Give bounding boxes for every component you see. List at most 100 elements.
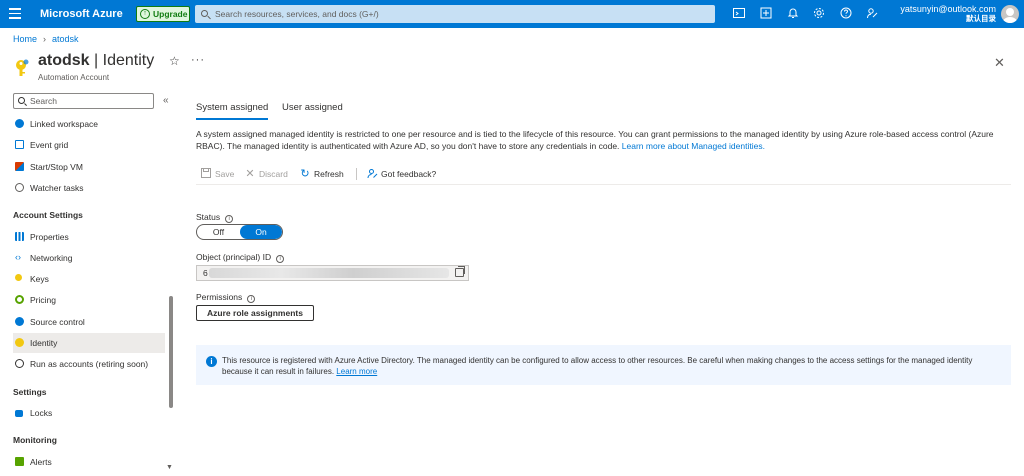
feedback-button[interactable]: Got feedback? (366, 168, 436, 180)
help-question-icon[interactable] (839, 7, 853, 21)
page-title: atodsk | Identity (38, 52, 154, 70)
sidebar-section-monitoring: Monitoring (13, 435, 57, 445)
scroll-down-arrow-icon[interactable]: ▼ (166, 464, 173, 471)
sidebar-item-event-grid[interactable]: Event grid (13, 135, 165, 155)
watcher-tasks-icon (15, 183, 24, 192)
settings-gear-icon[interactable] (812, 7, 826, 21)
sidebar-item-start-stop-vm[interactable]: Start/Stop VM (13, 157, 165, 177)
key-icon (15, 274, 22, 281)
sidebar-item-alerts[interactable]: Alerts (13, 452, 165, 472)
info-banner-learn-more-link[interactable]: Learn more (336, 367, 377, 376)
sidebar-item-keys[interactable]: Keys (13, 269, 165, 289)
feedback-icon (366, 168, 378, 180)
cloud-shell-icon[interactable] (732, 7, 746, 21)
status-toggle[interactable]: Off On (196, 224, 283, 240)
permissions-label: Permissions (196, 292, 243, 302)
save-icon (200, 168, 212, 180)
search-icon (18, 97, 25, 104)
status-off-option[interactable]: Off (197, 225, 240, 239)
search-icon (201, 10, 208, 17)
refresh-icon: ↻ (300, 168, 310, 180)
alerts-icon (15, 457, 24, 466)
sidebar-item-run-as-accounts[interactable]: Run as accounts (retiring soon) (13, 354, 165, 374)
info-icon[interactable]: i (225, 215, 234, 223)
object-id-label-row: Object (principal) ID i (196, 252, 285, 263)
sidebar-item-locks[interactable]: Locks (13, 403, 165, 423)
breadcrumb-resource-link[interactable]: atodsk (52, 34, 79, 44)
info-banner: i This resource is registered with Azure… (196, 345, 1011, 385)
save-button[interactable]: Save (200, 168, 234, 180)
breadcrumb-home-link[interactable]: Home (13, 34, 37, 44)
start-stop-vm-icon (15, 162, 24, 171)
info-banner-message: This resource is registered with Azure A… (222, 356, 973, 376)
sidebar-item-label: Watcher tasks (30, 183, 84, 193)
sidebar-item-label: Start/Stop VM (30, 162, 83, 172)
collapse-sidebar-icon[interactable]: « (163, 95, 169, 106)
feedback-icon[interactable] (865, 7, 879, 21)
discard-button[interactable]: ✕ Discard (244, 168, 287, 180)
info-icon[interactable]: i (247, 295, 256, 303)
sidebar-search-input[interactable]: Search (13, 93, 154, 109)
account-directory: 默认目录 (966, 14, 996, 23)
sidebar-item-label: Networking (30, 253, 73, 263)
sidebar-item-identity[interactable]: Identity (13, 333, 165, 353)
sidebar-item-label: Keys (30, 274, 49, 284)
notifications-bell-icon[interactable] (786, 7, 800, 21)
sidebar-section-account-settings: Account Settings (13, 210, 83, 220)
favorite-star-icon[interactable]: ☆ (169, 54, 180, 68)
sidebar-item-label: Locks (30, 408, 53, 418)
refresh-button[interactable]: ↻ Refresh (299, 168, 344, 180)
upgrade-button[interactable]: ↑ Upgrade (136, 6, 190, 22)
info-icon[interactable]: i (276, 255, 285, 263)
identity-resource-icon (13, 58, 31, 76)
avatar[interactable] (1001, 5, 1019, 23)
redacted-value-blur (209, 268, 449, 278)
title-separator: | (94, 52, 99, 69)
sidebar-item-label: Event grid (30, 140, 69, 150)
close-icon[interactable]: ✕ (994, 55, 1005, 71)
account-info[interactable]: yatsunyin@outlook.com 默认目录 (900, 4, 996, 24)
lock-icon (15, 410, 23, 417)
sidebar-item-pricing[interactable]: Pricing (13, 290, 165, 310)
linked-workspace-icon (15, 119, 24, 128)
hamburger-menu-icon[interactable] (9, 8, 21, 20)
refresh-label: Refresh (314, 169, 344, 179)
object-id-field[interactable]: 6 (196, 265, 469, 281)
identity-description: A system assigned managed identity is re… (196, 128, 1011, 152)
info-circle-icon: i (206, 356, 217, 367)
sidebar-item-source-control[interactable]: Source control (13, 312, 165, 332)
tab-system-assigned[interactable]: System assigned (196, 102, 269, 120)
breadcrumb: Home › atodsk (13, 34, 79, 44)
sidebar-scrollbar-track[interactable] (168, 110, 174, 476)
object-id-label: Object (principal) ID (196, 252, 272, 262)
sidebar-item-label: Identity (30, 338, 58, 348)
sidebar-item-linked-workspace[interactable]: Linked workspace (13, 114, 165, 134)
tab-user-assigned[interactable]: User assigned (282, 102, 343, 113)
azure-role-assignments-button[interactable]: Azure role assignments (196, 305, 314, 321)
learn-more-managed-identities-link[interactable]: Learn more about Managed identities. (622, 141, 765, 151)
sidebar-scrollbar-thumb[interactable] (169, 296, 173, 408)
run-as-accounts-icon (15, 359, 24, 368)
command-separator (356, 168, 357, 180)
upgrade-arrow-icon: ↑ (140, 9, 150, 19)
directory-subscription-filter-icon[interactable] (759, 7, 773, 21)
sidebar-search-placeholder: Search (30, 96, 57, 106)
sidebar-item-watcher-tasks[interactable]: Watcher tasks (13, 178, 165, 198)
status-on-option[interactable]: On (240, 225, 282, 239)
object-id-value: 6 (203, 268, 208, 278)
more-options-icon[interactable]: ··· (191, 54, 205, 66)
copy-to-clipboard-icon[interactable] (455, 266, 465, 277)
top-navigation-bar: Microsoft Azure ↑ Upgrade Search resourc… (0, 0, 1024, 28)
sidebar-item-label: Properties (30, 232, 69, 242)
event-grid-icon (15, 140, 24, 149)
upgrade-label: Upgrade (153, 9, 188, 19)
breadcrumb-chevron-icon: › (43, 34, 47, 44)
global-search-input[interactable]: Search resources, services, and docs (G+… (195, 5, 715, 23)
pricing-icon (15, 295, 24, 304)
sidebar-item-label: Alerts (30, 457, 52, 467)
info-banner-text: This resource is registered with Azure A… (222, 355, 1002, 377)
status-label: Status (196, 212, 221, 222)
sidebar-item-properties[interactable]: Properties (13, 227, 165, 247)
azure-brand-link[interactable]: Microsoft Azure (40, 8, 123, 20)
sidebar-item-networking[interactable]: ‹› Networking (13, 248, 165, 268)
